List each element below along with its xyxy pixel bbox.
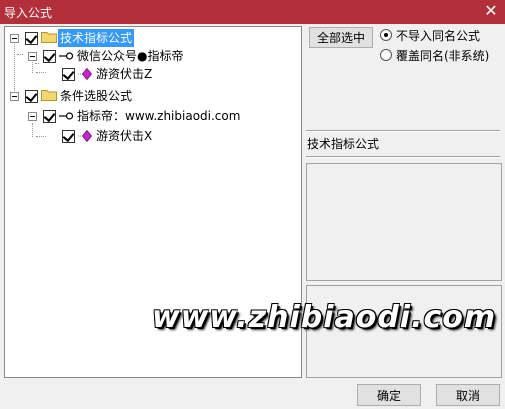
tree-checkbox[interactable] (25, 31, 38, 45)
tree-node-tech-indicators[interactable]: 技术指标公式 (5, 29, 295, 47)
radio-skip-duplicates[interactable] (380, 29, 392, 41)
formula-gem-icon (78, 68, 92, 80)
tree-checkbox[interactable] (25, 89, 38, 103)
import-formula-dialog: 导入公式 ✕ 技术指标公式 微信公众号●指标帝 游资伏击Z 条件选股公式 指标帝… (0, 0, 505, 409)
select-all-button[interactable]: 全部选中 (309, 27, 373, 48)
title-bar[interactable]: 导入公式 ✕ (0, 0, 505, 24)
formula-type-label: 技术指标公式 (307, 137, 380, 151)
watermark-text: www.zhibiaodi.com (152, 300, 497, 335)
cancel-button[interactable]: 取消 (436, 384, 500, 406)
radio-overwrite-label: 覆盖同名(非系统) (396, 49, 490, 63)
tree-node-stock-selection[interactable]: 条件选股公式 (5, 87, 295, 105)
tree-checkbox[interactable] (43, 109, 56, 123)
tree-node-formula-z[interactable]: 游资伏击Z (5, 65, 295, 83)
tree-checkbox[interactable] (43, 49, 56, 63)
tree-node-wechat[interactable]: 微信公众号●指标帝 (5, 47, 295, 65)
collapse-icon[interactable] (10, 92, 19, 101)
ok-button[interactable]: 确定 (357, 384, 421, 406)
divider (306, 130, 500, 132)
divider (306, 156, 500, 158)
tree-node-label: 条件选股公式 (60, 89, 133, 103)
tree-node-zhibiaodi[interactable]: 指标帝：www.zhibiaodi.com (5, 107, 295, 125)
tree-node-label: 微信公众号●指标帝 (77, 49, 184, 63)
key-icon (59, 112, 73, 120)
folder-icon (41, 32, 57, 43)
tree-checkbox[interactable] (62, 129, 75, 143)
collapse-icon[interactable] (10, 34, 19, 43)
folder-icon (41, 90, 57, 101)
radio-overwrite-duplicates[interactable] (380, 49, 392, 61)
tree-node-label: 技术指标公式 (58, 29, 135, 47)
collapse-icon[interactable] (28, 52, 37, 61)
formula-gem-icon (78, 130, 92, 142)
tree-node-formula-x[interactable]: 游资伏击X (5, 127, 295, 145)
key-icon (59, 52, 73, 60)
radio-skip-label: 不导入同名公式 (396, 29, 481, 43)
tree-checkbox[interactable] (62, 67, 75, 81)
tree-node-label: 游资伏击X (96, 129, 153, 143)
window-title: 导入公式 (4, 6, 53, 20)
close-icon[interactable]: ✕ (483, 2, 499, 20)
tree-node-label: 指标帝：www.zhibiaodi.com (77, 109, 241, 123)
tree-node-label: 游资伏击Z (96, 67, 153, 81)
formula-info-panel (306, 163, 502, 281)
collapse-icon[interactable] (28, 112, 37, 121)
